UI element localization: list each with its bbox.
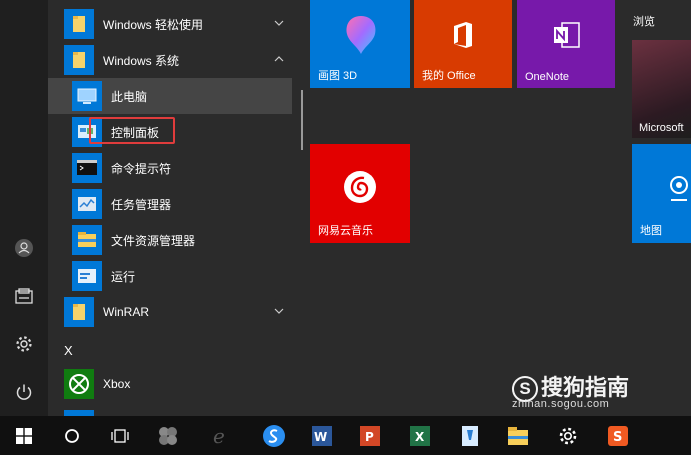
tile-my-office[interactable]: 我的 Office <box>414 0 512 88</box>
sogou-browser-icon[interactable] <box>250 416 298 455</box>
svg-text:X: X <box>415 430 425 444</box>
tile-label: Microsoft <box>639 122 684 134</box>
list-item-label: Windows 轻松使用 <box>103 17 204 32</box>
list-item-run[interactable]: 运行 <box>48 258 292 294</box>
list-item-label: 此电脑 <box>111 89 148 104</box>
list-item-label: 文件资源管理器 <box>111 233 196 248</box>
app-list: Windows 轻松使用 Windows 系统 此电脑 控制面板 命令提示符 任 <box>48 0 303 416</box>
list-item-label: WinRAR <box>103 305 150 319</box>
cortana-search-icon[interactable] <box>48 416 96 455</box>
list-item-xbox[interactable]: Xbox <box>48 366 292 402</box>
office-icon <box>454 22 472 48</box>
this-pc-icon <box>72 81 102 111</box>
maps-icon <box>670 176 688 201</box>
documents-icon[interactable] <box>0 274 48 318</box>
chevron-down-icon[interactable] <box>274 306 284 316</box>
tile-netease-music[interactable]: 网易云音乐 <box>310 144 410 243</box>
svg-text:P: P <box>365 430 374 444</box>
command-prompt-icon <box>72 153 102 183</box>
folder-icon <box>64 297 94 327</box>
task-manager-icon <box>72 189 102 219</box>
list-item-winrar[interactable]: WinRAR <box>48 294 292 330</box>
taskbar: e W P X S <box>0 416 691 455</box>
tile-microsoft-edge[interactable]: Microsoft <box>632 40 691 138</box>
tile-label: 我的 Office <box>422 70 476 82</box>
folder-icon <box>64 45 94 75</box>
watermark-url: zhinan.sogou.com <box>512 398 610 410</box>
list-item-windows-system[interactable]: Windows 系统 <box>48 42 292 78</box>
file-explorer-icon[interactable] <box>494 416 542 455</box>
task-view-icon[interactable] <box>96 416 144 455</box>
onenote-icon <box>554 22 580 48</box>
list-item-label: 运行 <box>111 269 136 284</box>
tile-label: 网易云音乐 <box>318 225 373 237</box>
user-icon[interactable] <box>0 226 48 270</box>
ie-icon[interactable]: e <box>196 416 244 455</box>
list-item-command-prompt[interactable]: 命令提示符 <box>48 150 292 186</box>
tile-maps[interactable]: 地图 <box>632 144 691 243</box>
svg-text:W: W <box>314 430 327 444</box>
list-item-label: Xbox <box>103 377 131 391</box>
list-item-file-explorer[interactable]: 文件资源管理器 <box>48 222 292 258</box>
word-icon[interactable]: W <box>298 416 346 455</box>
netease-music-icon <box>344 171 376 203</box>
svg-text:S: S <box>613 430 622 445</box>
section-letter[interactable]: X <box>64 343 73 358</box>
tile-label: 地图 <box>640 225 662 237</box>
chevron-down-icon[interactable] <box>274 18 284 28</box>
list-item-label: Windows 系统 <box>103 53 180 68</box>
powerpoint-icon[interactable]: P <box>346 416 394 455</box>
sogou-input-icon[interactable]: S <box>594 416 642 455</box>
scrollbar[interactable] <box>301 90 303 150</box>
list-item-this-pc[interactable]: 此电脑 <box>48 78 292 114</box>
tile-paint-3d[interactable]: 画图 3D <box>310 0 410 88</box>
paint-3d-icon <box>346 16 376 54</box>
paint-icon[interactable] <box>446 416 494 455</box>
tile-label: 画图 3D <box>318 70 358 82</box>
run-icon <box>72 261 102 291</box>
highlight-box <box>89 117 175 144</box>
tile-label: OneNote <box>525 71 570 83</box>
svg-text:e: e <box>213 425 225 447</box>
list-item-label: 任务管理器 <box>111 197 172 212</box>
settings-icon[interactable] <box>0 322 48 366</box>
folder-icon <box>64 9 94 39</box>
list-item-label: 命令提示符 <box>111 161 172 176</box>
list-item-task-manager[interactable]: 任务管理器 <box>48 186 292 222</box>
file-explorer-icon <box>72 225 102 255</box>
start-menu-rail <box>0 0 48 416</box>
windows-start-icon[interactable] <box>0 416 48 455</box>
settings-icon[interactable] <box>544 416 592 455</box>
power-icon[interactable] <box>0 370 48 414</box>
list-item-windows-ease-of-access[interactable]: Windows 轻松使用 <box>48 6 292 42</box>
xbox-icon <box>64 369 94 399</box>
tile-group-title[interactable]: 浏览 <box>633 13 655 29</box>
excel-icon[interactable]: X <box>396 416 444 455</box>
app-icon[interactable] <box>144 416 192 455</box>
watermark-text: 搜狗指南 <box>541 375 630 400</box>
chevron-up-icon[interactable] <box>274 54 284 64</box>
tile-onenote[interactable]: OneNote <box>517 0 615 88</box>
